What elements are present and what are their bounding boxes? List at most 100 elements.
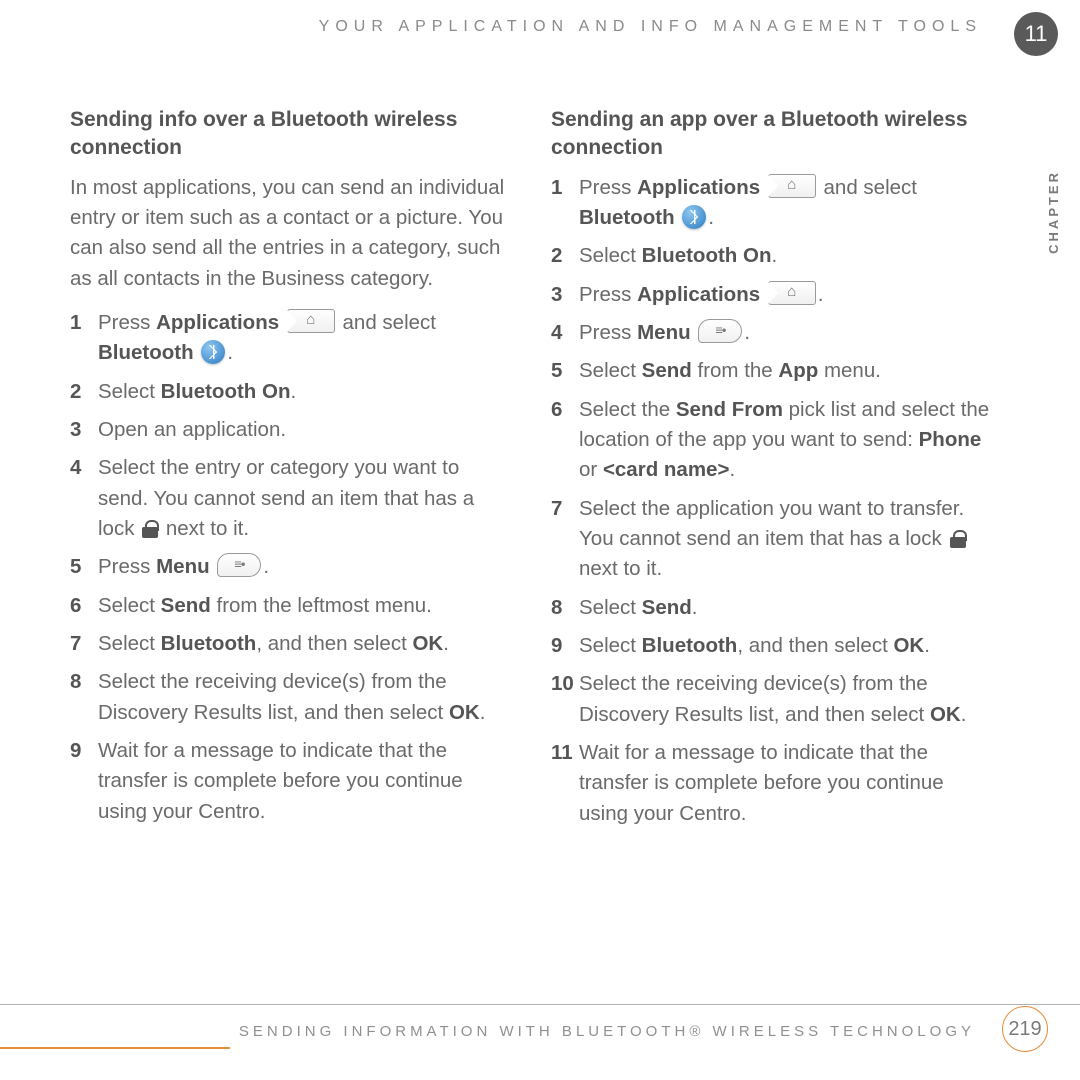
applications-key-icon (287, 309, 335, 333)
left-column: Sending info over a Bluetooth wireless c… (70, 106, 509, 837)
step-text: Select Send. (579, 593, 990, 623)
step-text: Press Applications . (579, 280, 990, 310)
left-step-2: 2 Select Bluetooth On. (70, 377, 509, 407)
text: Press (579, 283, 637, 306)
right-step-2: 2 Select Bluetooth On. (551, 241, 990, 271)
text: from the (692, 359, 779, 382)
right-step-5: 5 Select Send from the App menu. (551, 356, 990, 386)
bold-text: OK (449, 701, 480, 724)
bold-text: OK (893, 634, 924, 657)
bold-text: Menu (156, 555, 210, 578)
right-step-10: 10 Select the receiving device(s) from t… (551, 669, 990, 730)
bold-text: Bluetooth On (642, 244, 772, 267)
right-step-3: 3 Press Applications . (551, 280, 990, 310)
right-step-6: 6 Select the Send From pick list and sel… (551, 395, 990, 486)
step-number: 6 (551, 395, 579, 486)
text: Select (98, 632, 161, 655)
step-number: 1 (551, 173, 579, 234)
step-text: Press Applications and select Bluetooth … (579, 173, 990, 234)
text: and select (824, 176, 917, 199)
bold-text: OK (412, 632, 443, 655)
step-text: Select Send from the App menu. (579, 356, 990, 386)
left-step-5: 5 Press Menu . (70, 552, 509, 582)
text: and select (343, 311, 436, 334)
text: . (961, 703, 967, 726)
bold-text: App (778, 359, 818, 382)
step-text: Wait for a message to indicate that the … (579, 738, 990, 829)
bold-text: Bluetooth (98, 341, 194, 364)
right-step-11: 11 Wait for a message to indicate that t… (551, 738, 990, 829)
step-number: 3 (70, 415, 98, 445)
bold-text: Phone (919, 428, 982, 451)
text: Select (579, 244, 642, 267)
step-number: 4 (70, 453, 98, 544)
manual-page: YOUR APPLICATION AND INFO MANAGEMENT TOO… (0, 0, 1080, 1080)
right-section-title: Sending an app over a Bluetooth wireless… (551, 106, 990, 163)
bold-text: Send (642, 596, 692, 619)
step-number: 8 (70, 667, 98, 728)
text: from the leftmost menu. (211, 594, 432, 617)
step-text: Select Bluetooth, and then select OK. (98, 629, 509, 659)
applications-key-icon (768, 281, 816, 305)
step-text: Select Bluetooth, and then select OK. (579, 631, 990, 661)
step-text: Select Send from the leftmost menu. (98, 591, 509, 621)
step-number: 2 (70, 377, 98, 407)
chapter-number-badge: 11 (1014, 12, 1058, 56)
step-number: 7 (70, 629, 98, 659)
bluetooth-icon (201, 340, 225, 364)
step-text: Select the receiving device(s) from the … (579, 669, 990, 730)
bold-text: Applications (637, 283, 760, 306)
text: . (924, 634, 930, 657)
step-text: Select the receiving device(s) from the … (98, 667, 509, 728)
right-steps-list: 1 Press Applications and select Bluetoot… (551, 173, 990, 829)
menu-key-icon (217, 553, 261, 577)
left-steps-list: 1 Press Applications and select Bluetoot… (70, 308, 509, 827)
text: , and then select (737, 634, 893, 657)
bold-text: Menu (637, 321, 691, 344)
bold-text: Send (161, 594, 211, 617)
bold-text: OK (930, 703, 961, 726)
text: or (579, 458, 603, 481)
text: . (744, 321, 750, 344)
step-text: Select Bluetooth On. (579, 241, 990, 271)
text: menu. (818, 359, 881, 382)
step-number: 10 (551, 669, 579, 730)
text: Select the (579, 398, 676, 421)
menu-key-icon (698, 319, 742, 343)
bold-text: Send (642, 359, 692, 382)
left-step-7: 7 Select Bluetooth, and then select OK. (70, 629, 509, 659)
bold-text: Bluetooth (161, 632, 257, 655)
text: . (729, 458, 735, 481)
bold-text: Bluetooth (579, 206, 675, 229)
step-text: Press Applications and select Bluetooth … (98, 308, 509, 369)
step-number: 9 (551, 631, 579, 661)
running-header: YOUR APPLICATION AND INFO MANAGEMENT TOO… (70, 18, 990, 36)
footer-text: SENDING INFORMATION WITH BLUETOOTH® WIRE… (239, 1023, 975, 1040)
bold-text: Bluetooth On (161, 380, 291, 403)
right-step-7: 7 Select the application you want to tra… (551, 494, 990, 585)
left-step-9: 9 Wait for a message to indicate that th… (70, 736, 509, 827)
step-number: 2 (551, 241, 579, 271)
text: Select the receiving device(s) from the … (579, 672, 930, 725)
step-number: 8 (551, 593, 579, 623)
step-number: 3 (551, 280, 579, 310)
text: Select (98, 380, 161, 403)
right-step-1: 1 Press Applications and select Bluetoot… (551, 173, 990, 234)
text: Select (579, 596, 642, 619)
page-number-badge: 219 (1002, 1006, 1048, 1052)
right-step-4: 4 Press Menu . (551, 318, 990, 348)
step-number: 4 (551, 318, 579, 348)
left-step-6: 6 Select Send from the leftmost menu. (70, 591, 509, 621)
step-number: 1 (70, 308, 98, 369)
text: . (263, 555, 269, 578)
text: Press (579, 176, 637, 199)
text: Select the application you want to trans… (579, 497, 964, 550)
step-number: 5 (70, 552, 98, 582)
step-number: 7 (551, 494, 579, 585)
text: . (818, 283, 824, 306)
lock-icon (950, 530, 966, 548)
text: Select (579, 359, 642, 382)
step-number: 9 (70, 736, 98, 827)
bold-text: Applications (156, 311, 279, 334)
text: next to it. (160, 517, 249, 540)
